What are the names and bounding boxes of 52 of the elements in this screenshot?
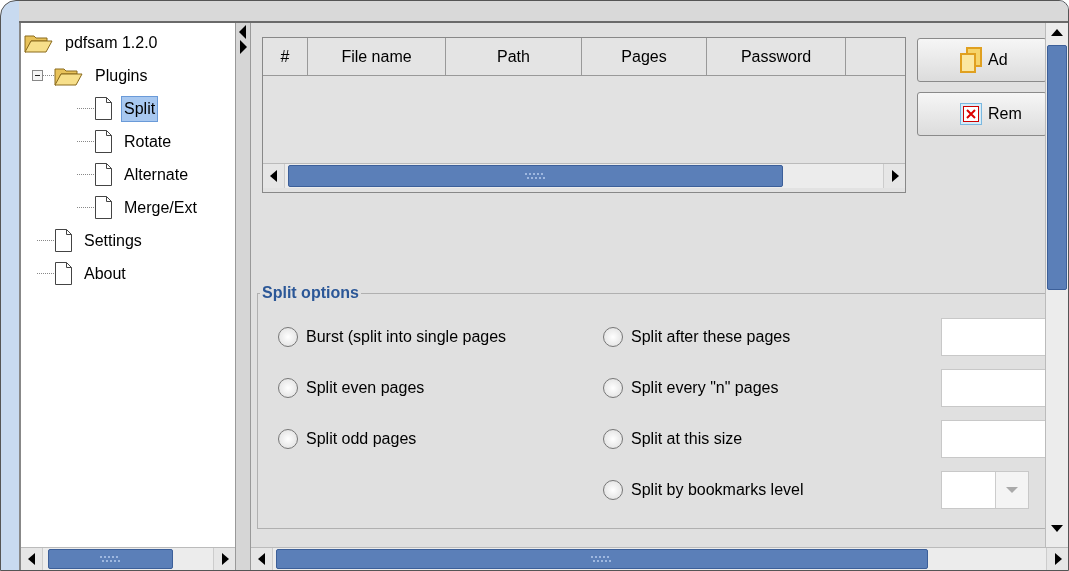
page-icon xyxy=(94,195,113,220)
scroll-left-button[interactable] xyxy=(251,548,273,570)
caret-icon xyxy=(1006,486,1018,493)
scroll-right-button[interactable] xyxy=(213,548,235,570)
page-icon xyxy=(54,261,73,286)
scrollbar-thumb[interactable] xyxy=(288,165,783,187)
up-arrow-icon xyxy=(1051,29,1063,37)
page-icon xyxy=(94,129,113,154)
tree-item[interactable]: Split xyxy=(121,95,159,122)
radio-option[interactable]: Split after these pages xyxy=(603,324,941,349)
collapse-toggle[interactable] xyxy=(32,70,43,81)
input-field[interactable] xyxy=(941,419,1045,458)
scrollbar-thumb[interactable] xyxy=(1047,45,1067,290)
scroll-left-button[interactable] xyxy=(263,164,285,188)
right-arrow-icon xyxy=(1053,553,1062,565)
left-arrow-icon xyxy=(257,553,266,565)
page-icon xyxy=(94,96,113,121)
scroll-left-button[interactable] xyxy=(21,548,43,570)
scroll-right-button[interactable] xyxy=(1046,548,1068,570)
radio-option[interactable]: Split every "n" pages xyxy=(603,375,941,400)
radio-option[interactable]: Split even pages xyxy=(278,375,603,400)
radio-option[interactable]: Split at this size xyxy=(603,426,941,451)
tree-item[interactable]: pdfsam 1.2.0 xyxy=(62,29,161,56)
minus-icon xyxy=(34,72,41,79)
tree-item[interactable]: Settings xyxy=(81,227,145,254)
left-arrow-icon xyxy=(269,170,278,182)
page-icon xyxy=(94,162,113,187)
input-field[interactable] xyxy=(941,317,1045,356)
tree-item[interactable]: Rotate xyxy=(121,128,175,155)
scrollbar-thumb[interactable] xyxy=(48,549,173,569)
left-arrow-icon xyxy=(27,553,36,565)
radio-option[interactable]: Split by bookmarks level xyxy=(603,477,941,502)
tree-item[interactable]: Plugins xyxy=(92,62,151,89)
group-title: Split options xyxy=(261,283,360,303)
collapse-left-icon[interactable] xyxy=(239,25,247,39)
scroll-right-button[interactable] xyxy=(883,164,905,188)
copy-pages-icon xyxy=(960,47,982,73)
remove-button[interactable]: Rem xyxy=(917,92,1045,136)
expand-right-icon[interactable] xyxy=(239,40,247,54)
right-arrow-icon xyxy=(890,170,899,182)
tree-item[interactable]: Merge/Ext xyxy=(121,194,200,221)
page-icon xyxy=(54,228,73,253)
input-field[interactable] xyxy=(941,368,1045,407)
radio-option[interactable]: Split odd pages xyxy=(278,426,603,451)
delete-icon xyxy=(960,103,982,125)
right-arrow-icon xyxy=(220,553,229,565)
tree-item[interactable]: About xyxy=(81,260,129,287)
add-button[interactable]: Ad xyxy=(917,38,1045,82)
down-arrow-icon xyxy=(1051,525,1063,533)
tree-item[interactable]: Alternate xyxy=(121,161,192,188)
scrollbar-thumb[interactable] xyxy=(276,549,928,569)
radio-option[interactable]: Burst (split into single pages xyxy=(278,324,603,349)
